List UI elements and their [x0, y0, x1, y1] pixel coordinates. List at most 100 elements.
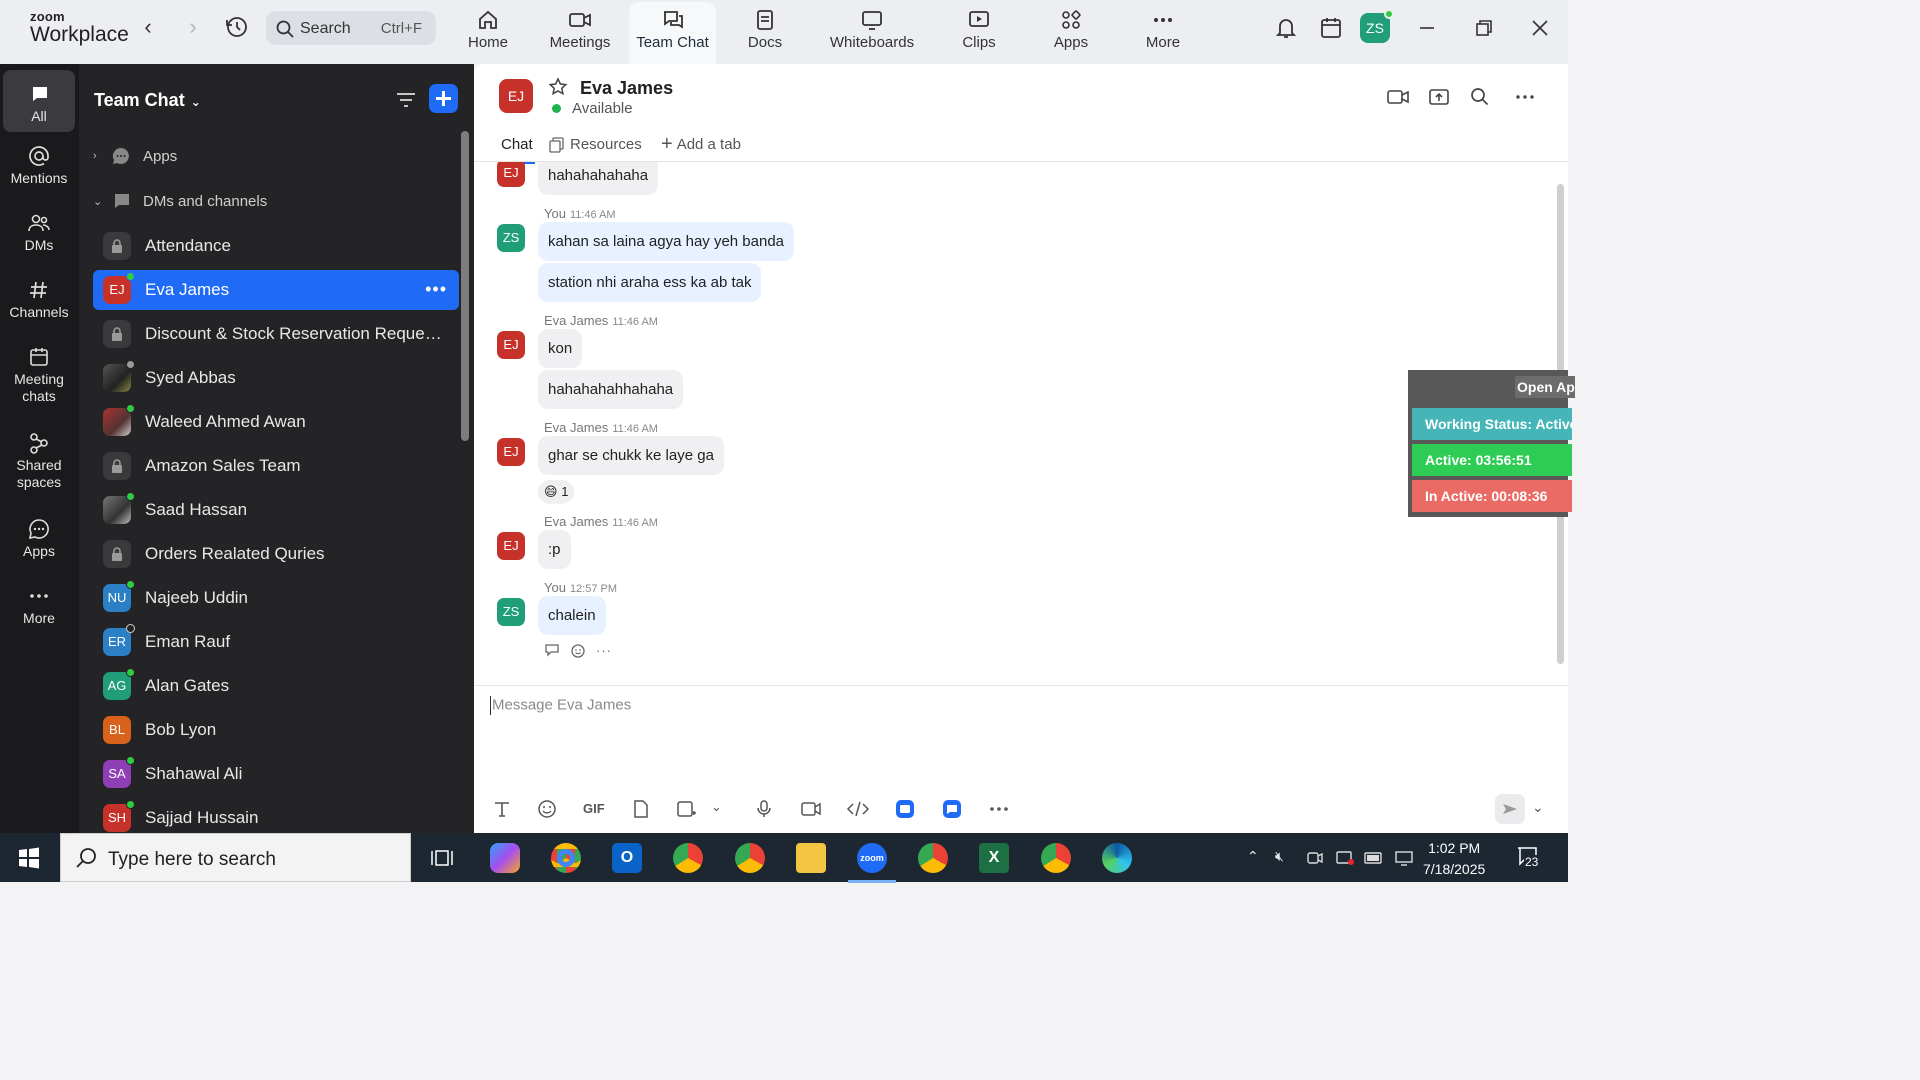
list-item-attendance[interactable]: Attendance — [93, 226, 459, 266]
chrome-profile-icon[interactable] — [673, 843, 703, 873]
search-icon[interactable] — [1470, 87, 1490, 107]
network-icon[interactable] — [1394, 850, 1414, 866]
message-avatar[interactable]: EJ — [497, 331, 525, 359]
nav-tab-apps[interactable]: Apps — [1046, 2, 1096, 64]
copilot-icon[interactable] — [490, 843, 520, 873]
message-avatar[interactable]: EJ — [497, 438, 525, 466]
list-scrollbar[interactable] — [461, 131, 469, 441]
code-snippet-icon[interactable] — [846, 799, 870, 819]
star-icon[interactable] — [548, 77, 568, 97]
message-bubble[interactable]: station nhi araha ess ka ab tak — [538, 263, 762, 302]
nav-tab-whiteboards[interactable]: Whiteboards — [826, 2, 918, 64]
chrome-icon[interactable] — [551, 843, 581, 873]
taskbar-clock[interactable]: 1:02 PM 7/18/2025 — [1423, 838, 1485, 880]
message-bubble[interactable]: kon — [538, 329, 583, 368]
new-chat-plus-button[interactable] — [429, 84, 458, 113]
calendar-icon[interactable] — [1319, 15, 1343, 41]
list-item-shahawal-ali[interactable]: SA Shahawal Ali — [93, 754, 459, 794]
rail-item-more[interactable]: More — [3, 582, 75, 627]
rail-item-dms[interactable]: DMs — [3, 209, 75, 254]
file-explorer-icon[interactable] — [796, 843, 826, 873]
list-item-syed-abbas[interactable]: Syed Abbas — [93, 358, 459, 398]
rail-item-meeting-chats[interactable]: Meeting chats — [3, 343, 75, 405]
rail-item-all[interactable]: All — [3, 70, 75, 132]
chrome-icon[interactable] — [918, 843, 948, 873]
open-app-button[interactable]: Open Ap — [1515, 376, 1575, 398]
chrome-profile-icon[interactable] — [735, 843, 765, 873]
minimize-icon[interactable] — [1415, 16, 1439, 40]
zoom-taskbar-icon[interactable]: zoom — [848, 843, 896, 883]
file-attach-icon[interactable] — [632, 799, 650, 819]
message-avatar[interactable]: EJ — [497, 162, 525, 187]
text-format-icon[interactable] — [492, 799, 512, 819]
search-bar[interactable]: Search Ctrl+F — [266, 11, 436, 45]
message-bubble[interactable]: hahahahahaha — [538, 162, 659, 195]
message-bubble[interactable]: chalein — [538, 596, 606, 635]
rail-item-shared-spaces[interactable]: Shared spaces — [3, 429, 75, 491]
gif-button[interactable]: GIF — [583, 801, 605, 816]
chevron-down-icon[interactable]: ⌄ — [711, 799, 722, 815]
filter-icon[interactable] — [395, 90, 417, 110]
list-item-eva-james[interactable]: EJ Eva James ••• — [93, 270, 459, 310]
chrome-profile-icon[interactable] — [1041, 843, 1071, 873]
close-icon[interactable] — [1528, 16, 1552, 40]
edge-icon[interactable] — [1102, 843, 1132, 873]
message-avatar[interactable]: ZS — [497, 224, 525, 252]
show-hidden-icons-chevron-icon[interactable]: ⌃ — [1247, 848, 1259, 865]
battery-icon[interactable] — [1364, 850, 1384, 866]
back-arrow-icon[interactable]: ‹ — [137, 16, 159, 40]
list-item-sajjad-hussain[interactable]: SH Sajjad Hussain — [93, 798, 459, 833]
meet-now-icon[interactable] — [1306, 849, 1324, 867]
emoji-icon[interactable] — [537, 799, 557, 819]
rail-item-mentions[interactable]: Mentions — [3, 142, 75, 187]
microphone-icon[interactable] — [756, 799, 772, 819]
list-item-amazon-sales-team[interactable]: Amazon Sales Team — [93, 446, 459, 486]
list-item-orders-realated-quries[interactable]: Orders Realated Quries — [93, 534, 459, 574]
user-avatar[interactable]: ZS — [1360, 9, 1394, 43]
list-item-bob-lyon[interactable]: BL Bob Lyon — [93, 710, 459, 750]
screenshot-icon[interactable] — [676, 799, 698, 819]
send-button[interactable] — [1495, 794, 1525, 824]
add-reaction-icon[interactable] — [570, 642, 586, 658]
notification-center[interactable]: 23 — [1516, 846, 1540, 869]
share-screen-icon[interactable] — [1428, 87, 1450, 107]
history-icon[interactable] — [224, 14, 250, 40]
screen-record-icon[interactable] — [1335, 849, 1355, 867]
nav-tab-meetings[interactable]: Meetings — [542, 2, 618, 64]
forward-arrow-icon[interactable]: › — [182, 16, 204, 40]
list-item-najeeb-uddin[interactable]: NU Najeeb Uddin — [93, 578, 459, 618]
volume-muted-icon[interactable]: 🔇︎ — [1275, 848, 1284, 865]
nav-tab-docs[interactable]: Docs — [740, 2, 790, 64]
rail-item-channels[interactable]: Channels — [3, 276, 75, 321]
nav-tab-clips[interactable]: Clips — [954, 2, 1004, 64]
section-apps[interactable]: › Apps — [93, 146, 177, 166]
message-avatar[interactable]: EJ — [497, 532, 525, 560]
list-item-discount-stock[interactable]: Discount & Stock Reservation Requests O.… — [93, 314, 459, 354]
rail-item-apps[interactable]: Apps — [3, 515, 75, 560]
video-call-icon[interactable] — [1386, 87, 1410, 107]
more-options-icon[interactable]: ••• — [425, 279, 447, 300]
nav-tab-home[interactable]: Home — [458, 2, 518, 64]
restore-icon[interactable] — [1472, 16, 1496, 40]
message-bubble[interactable]: hahahahahhahaha — [538, 370, 684, 409]
team-chat-dropdown[interactable]: Team Chat ⌄ — [94, 90, 201, 111]
message-input[interactable]: Message Eva James — [490, 696, 631, 715]
excel-icon[interactable]: X — [979, 843, 1009, 873]
add-tab-button[interactable]: + Add a tab — [661, 134, 741, 154]
task-view-icon[interactable] — [430, 847, 454, 869]
more-options-icon[interactable] — [1515, 87, 1535, 107]
more-actions-icon[interactable]: ··· — [596, 643, 612, 658]
more-tools-icon[interactable] — [988, 799, 1010, 819]
zoom-app-icon[interactable] — [895, 799, 915, 819]
tab-chat[interactable]: Chat — [499, 136, 535, 164]
windows-start-icon[interactable] — [18, 847, 40, 869]
reply-thread-icon[interactable] — [544, 642, 560, 658]
list-item-alan-gates[interactable]: AG Alan Gates — [93, 666, 459, 706]
contact-avatar[interactable]: EJ — [499, 79, 533, 113]
meeting-app-icon[interactable] — [942, 799, 962, 819]
message-bubble[interactable]: :p — [538, 530, 571, 569]
nav-tab-team-chat[interactable]: Team Chat — [629, 2, 716, 64]
list-item-eman-rauf[interactable]: ER Eman Rauf — [93, 622, 459, 662]
list-item-saad-hassan[interactable]: Saad Hassan — [93, 490, 459, 530]
section-dms-and-channels[interactable]: ⌄ DMs and channels — [93, 192, 267, 210]
